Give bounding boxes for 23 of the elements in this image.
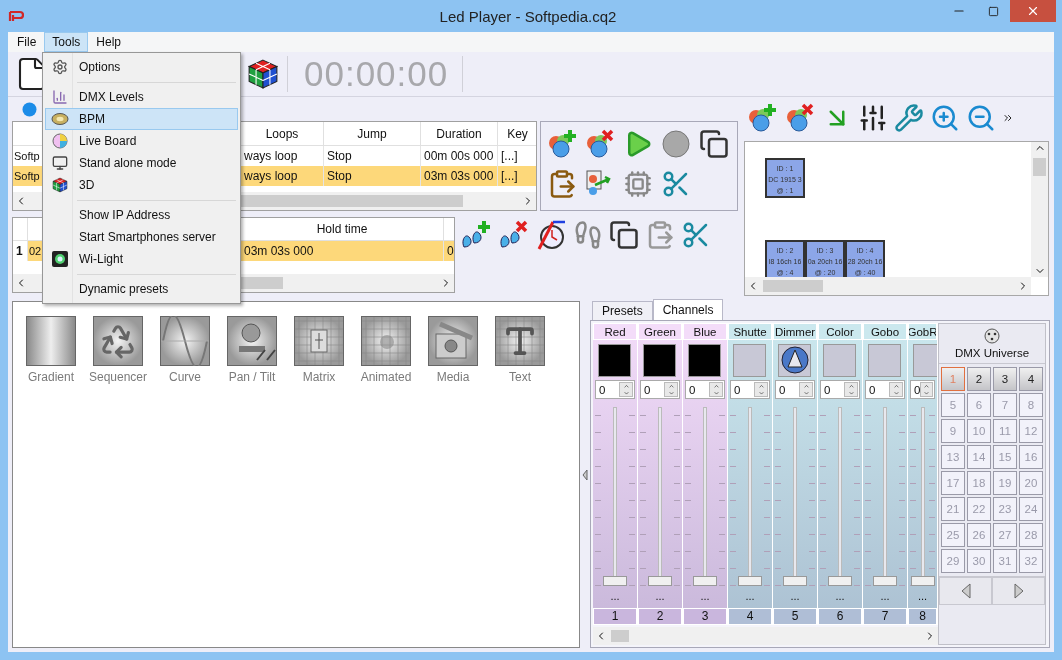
- channel-name: Green: [638, 323, 682, 340]
- timer-display: 00:00:00: [304, 54, 449, 94]
- channel-number: 2: [638, 608, 682, 625]
- table-cell: Stop: [324, 166, 421, 186]
- channel-name: Dimmer: [773, 323, 817, 340]
- channel-number: 4: [728, 608, 772, 625]
- channel-name: Shutte: [728, 323, 772, 340]
- table-cell: 03m 03s 000: [421, 166, 498, 186]
- table-cell: [...]: [498, 166, 536, 186]
- channel-number: 6: [818, 608, 862, 625]
- channel-number: 3: [683, 608, 727, 625]
- channel-number: 1: [593, 608, 637, 625]
- channel-number: 7: [863, 608, 907, 625]
- channel-name: Blue: [683, 323, 727, 340]
- table-cell: 0: [444, 241, 454, 261]
- channel-number: 5: [773, 608, 817, 625]
- row-number: 1: [13, 241, 28, 261]
- window-title: Led Player - Softpedia.cq2: [438, 7, 618, 25]
- channel-name: Red: [593, 323, 637, 340]
- panel-title: DMX Universe: [954, 347, 1030, 359]
- channel-name: Gobo: [863, 323, 907, 340]
- channel-number: 8: [908, 608, 937, 625]
- channel-name: Color: [818, 323, 862, 340]
